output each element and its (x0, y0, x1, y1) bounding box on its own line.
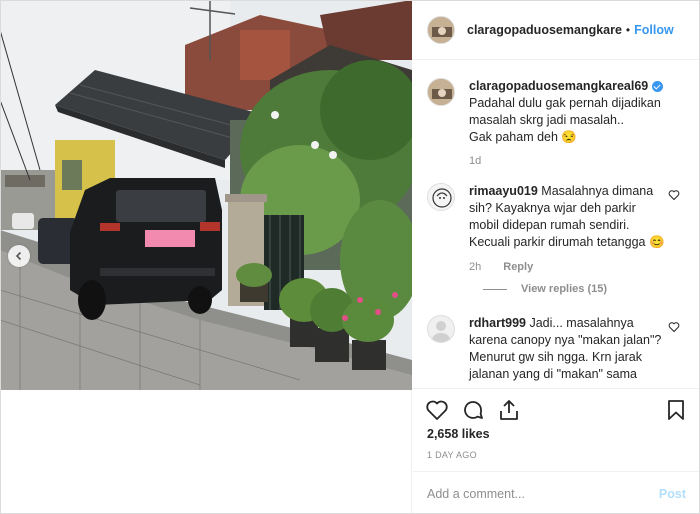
author-username[interactable]: claragopaduosemangkare (467, 23, 622, 37)
post-header: claragopaduosemangkare • Follow (413, 0, 700, 60)
share-icon[interactable] (497, 398, 521, 422)
comment-body: rimaayu019 Masalahnya dimana sih? Kayakn… (469, 183, 665, 251)
caption-body: claragopaduosemangkareal69 Padahal dulu … (469, 78, 664, 146)
avatar-image (428, 79, 454, 105)
follow-button[interactable]: Follow (634, 23, 674, 37)
post-side-panel: claragopaduosemangkare • Follow claragop… (413, 0, 700, 514)
view-replies-button[interactable]: View replies (15) (483, 283, 686, 295)
author-avatar[interactable] (427, 15, 455, 44)
heart-icon[interactable] (668, 189, 680, 201)
add-comment-bar: Post (413, 471, 700, 514)
comment-time[interactable]: 2h (469, 261, 481, 273)
comment-input[interactable] (427, 486, 659, 501)
caption-line: masalah skrg jadi masalah.. (469, 113, 624, 127)
street-photo-image (0, 0, 412, 390)
replies-divider (483, 288, 507, 290)
comment-item: rimaayu019 Masalahnya dimana sih? Kayakn… (427, 183, 686, 251)
heart-icon[interactable] (425, 398, 449, 422)
commenter-avatar[interactable] (427, 315, 455, 343)
comment-author[interactable]: rimaayu019 (469, 184, 538, 198)
post-media (0, 0, 412, 514)
post-photo[interactable] (0, 0, 412, 390)
caption-line: Gak paham deh 😒 (469, 130, 577, 144)
avatar-image (428, 184, 454, 210)
comment-icon[interactable] (461, 398, 485, 422)
post-date: 1 DAY AGO (427, 450, 477, 460)
bookmark-icon[interactable] (664, 398, 688, 422)
chevron-left-icon (15, 251, 22, 261)
action-icons (413, 389, 700, 425)
caption-avatar[interactable] (427, 78, 455, 106)
caption: claragopaduosemangkareal69 Padahal dulu … (427, 78, 686, 146)
comment-author[interactable]: rdhart999 (469, 316, 526, 330)
caption-line: Padahal dulu gak pernah dijadikan (469, 96, 661, 110)
header-separator: • (625, 22, 631, 37)
verified-icon (652, 81, 664, 92)
heart-icon[interactable] (668, 321, 680, 333)
view-replies-label: View replies (15) (521, 283, 608, 295)
comment-item: rdhart999 Jadi... masalahnya karena cano… (427, 315, 686, 383)
carousel-prev-button[interactable] (8, 245, 30, 267)
comments-list[interactable]: claragopaduosemangkareal69 Padahal dulu … (413, 61, 700, 388)
post-comment-button[interactable]: Post (659, 487, 686, 501)
comment-body: rdhart999 Jadi... masalahnya karena cano… (469, 315, 665, 383)
caption-time[interactable]: 1d (469, 155, 686, 167)
post-actions: 2,658 likes 1 DAY AGO Post (413, 388, 700, 514)
caption-author[interactable]: claragopaduosemangkareal69 (469, 78, 664, 95)
comment-meta: 2h Reply (469, 261, 686, 273)
avatar-image (428, 16, 454, 43)
reply-button[interactable]: Reply (503, 261, 533, 273)
likes-count[interactable]: 2,658 likes (413, 427, 700, 441)
commenter-avatar[interactable] (427, 183, 455, 211)
